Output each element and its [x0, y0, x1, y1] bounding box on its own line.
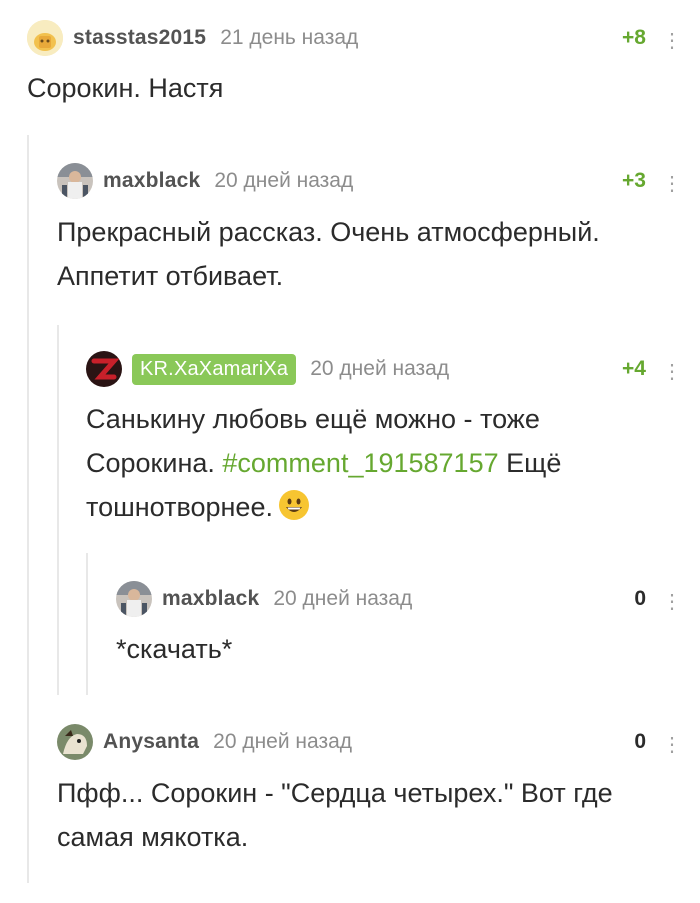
- comment-text-line: Сорокин. Настя: [27, 73, 224, 103]
- avatar-image-icon: [86, 351, 122, 387]
- comment-time[interactable]: 20 дней назад: [214, 169, 353, 193]
- comment-text: *скачать*: [116, 627, 232, 671]
- comment-time[interactable]: 20 дней назад: [273, 587, 412, 611]
- vertical-dots-icon[interactable]: ⋮: [662, 589, 682, 614]
- comment-rating: +4: [622, 357, 646, 380]
- thread-line-level-3: [86, 553, 88, 695]
- comment-text-line: Пфф... Сорокин - "Сердца четырех." Вот г…: [57, 778, 613, 808]
- avatar-image-icon: [27, 20, 63, 56]
- username[interactable]: maxblack: [162, 587, 259, 611]
- avatar[interactable]: [27, 20, 63, 56]
- vertical-dots-icon[interactable]: ⋮: [662, 28, 682, 53]
- comment-text-fragment: тошнотворнее.: [86, 492, 273, 522]
- comment-header: Anysanta 20 дней назад 0 ⋮: [57, 722, 682, 762]
- comment-header: maxblack 20 дней назад 0 ⋮: [116, 579, 682, 619]
- username[interactable]: Anysanta: [103, 730, 199, 754]
- comment-text-fragment: Ещё: [506, 448, 562, 478]
- comment-rating: +8: [622, 26, 646, 49]
- username-badge[interactable]: KR.XaXamariXa: [132, 353, 297, 385]
- vertical-dots-icon[interactable]: ⋮: [662, 732, 682, 757]
- comment-header: KR.XaXamariXa 20 дней назад +4 ⋮: [86, 349, 682, 389]
- comment-rating: +3: [622, 169, 646, 192]
- comment-time[interactable]: 20 дней назад: [310, 357, 449, 381]
- username[interactable]: maxblack: [103, 169, 200, 193]
- avatar-image-icon: [57, 163, 93, 199]
- comment-text-line: самая мякотка.: [57, 822, 249, 852]
- avatar[interactable]: [57, 724, 93, 760]
- comment-time[interactable]: 20 дней назад: [213, 730, 352, 754]
- comment-text: Санькину любовь ещё можно - тоже Сорокин…: [86, 397, 561, 529]
- thread-line-level-2: [57, 325, 59, 695]
- comment-link[interactable]: #comment_191587157: [222, 448, 498, 478]
- avatar[interactable]: [116, 581, 152, 617]
- comment-text-line: Санькину любовь ещё можно - тоже: [86, 404, 540, 434]
- grinning-face-icon: [278, 490, 309, 520]
- comment-text-line: Сорокина. #comment_191587157 Ещё: [86, 441, 561, 485]
- vertical-dots-icon[interactable]: ⋮: [662, 171, 682, 196]
- thread-line-level-1: [27, 135, 29, 883]
- comment-text-line: Прекрасный рассказ. Очень атмосферный.: [57, 217, 600, 247]
- comment-text: Пфф... Сорокин - "Сердца четырех." Вот г…: [57, 771, 613, 859]
- comment-rating: 0: [634, 587, 646, 610]
- comment-text-line: *скачать*: [116, 634, 233, 664]
- comment-header: stasstas2015 21 день назад +8 ⋮: [27, 18, 682, 58]
- avatar-image-icon: [57, 724, 93, 760]
- comment-header: maxblack 20 дней назад +3 ⋮: [57, 161, 682, 201]
- comment-text-line: тошнотворнее.: [86, 485, 561, 529]
- comment-text-line: Аппетит отбивает.: [57, 261, 284, 291]
- username[interactable]: stasstas2015: [73, 26, 206, 50]
- avatar[interactable]: [57, 163, 93, 199]
- comment-text: Прекрасный рассказ. Очень атмосферный. А…: [57, 210, 600, 298]
- avatar[interactable]: [86, 351, 122, 387]
- avatar-image-icon: [116, 581, 152, 617]
- comment-rating: 0: [634, 730, 646, 753]
- comment-text-fragment: Сорокина.: [86, 448, 215, 478]
- comment-time[interactable]: 21 день назад: [220, 26, 358, 50]
- comment-text: Сорокин. Настя: [27, 66, 223, 110]
- vertical-dots-icon[interactable]: ⋮: [662, 359, 682, 384]
